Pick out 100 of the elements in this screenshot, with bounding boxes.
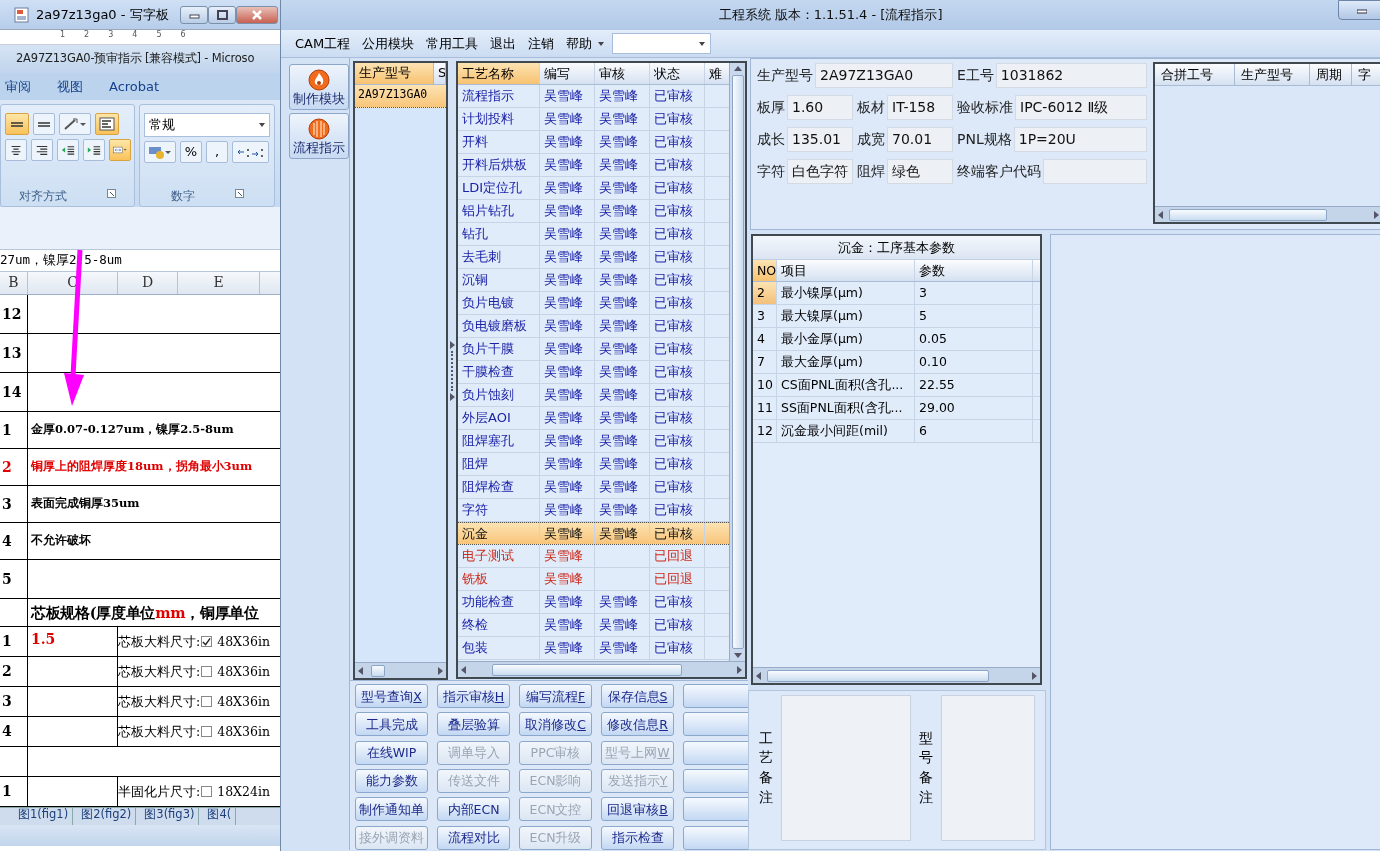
action-button[interactable]: 制作通知单 — [355, 797, 428, 822]
text-field[interactable]: 1P=20U — [1013, 126, 1147, 152]
table-row[interactable]: 沉金 吴雪峰 吴雪峰 已审核 — [458, 522, 729, 545]
text-field[interactable]: 2A97Z13GA0 — [815, 62, 953, 88]
action-button[interactable]: 指示检查 — [601, 825, 674, 850]
action-button[interactable]: 型号查询X — [355, 684, 428, 708]
ribbon-tab[interactable]: 审阅 — [5, 78, 31, 95]
action-button[interactable]: 回退审核B — [601, 797, 674, 822]
checkbox[interactable] — [201, 636, 213, 647]
maximize-button[interactable] — [208, 5, 236, 24]
column-header[interactable]: 项目 — [777, 260, 915, 281]
menu-item[interactable]: 注销 — [522, 33, 561, 54]
indent-button[interactable] — [83, 139, 105, 161]
close-button[interactable] — [236, 5, 278, 24]
combo-box[interactable] — [612, 33, 712, 54]
action-button[interactable]: 保存信息S — [601, 684, 674, 708]
text-field[interactable]: IT-158 — [887, 94, 953, 120]
blank-button[interactable] — [683, 740, 748, 765]
action-button[interactable]: 能力参数 — [355, 769, 428, 793]
column-header[interactable]: S — [434, 63, 446, 84]
document-icon — [14, 6, 30, 23]
text-field[interactable]: 1.60 — [787, 94, 853, 120]
minimize-button[interactable] — [1338, 0, 1380, 20]
text-field[interactable]: 绿色 — [887, 158, 953, 184]
table-cell: 0.10 — [915, 351, 1033, 373]
close-icon — [251, 9, 263, 20]
menu-item[interactable]: 帮助 — [560, 33, 599, 54]
list-row[interactable]: 2A97Z13GA0 — [355, 85, 446, 108]
row-number: 3 — [2, 693, 12, 710]
checkbox[interactable] — [201, 786, 213, 797]
align-button[interactable] — [31, 139, 53, 161]
table-cell: 最大镍厚(μm) — [777, 305, 915, 327]
column-header[interactable]: 生产型号 — [1235, 64, 1310, 85]
action-button[interactable]: 叠层验算 — [437, 712, 510, 737]
column-header[interactable]: E — [178, 272, 260, 294]
column-header[interactable]: NO — [753, 260, 777, 281]
blank-button[interactable] — [683, 769, 748, 793]
field-label: 成宽 — [857, 130, 885, 148]
window-title: 2A97Z13GA0-预审指示 [兼容模式] - Microso — [16, 52, 255, 66]
text-field[interactable]: IPC-6012 Ⅱ级 — [1015, 94, 1147, 120]
sidebar-button[interactable]: 流程指示 — [289, 113, 349, 159]
text-field[interactable]: 1031862 — [995, 62, 1147, 88]
ribbon-tab[interactable]: 视图 — [57, 78, 83, 95]
field-label: E工号 — [957, 66, 994, 84]
align-button[interactable] — [5, 139, 27, 161]
orientation-button[interactable] — [59, 113, 91, 135]
action-button[interactable]: 流程对比 — [437, 825, 510, 850]
blank-button[interactable] — [683, 797, 748, 822]
column-header[interactable]: D — [118, 272, 178, 294]
wrap-text-button[interactable] — [95, 113, 119, 135]
decimal-button[interactable] — [232, 141, 269, 163]
blank-button[interactable] — [683, 712, 748, 737]
caret-icon — [259, 123, 265, 127]
merge-button[interactable] — [109, 139, 131, 161]
field-label: 板厚 — [757, 98, 785, 116]
indent-button[interactable] — [57, 139, 79, 161]
menu-item[interactable]: 公用模块 — [356, 33, 421, 54]
column-header[interactable]: 字 — [1352, 64, 1380, 85]
action-button[interactable]: 指示审核H — [437, 684, 510, 708]
column-header[interactable]: 参数 — [915, 260, 1033, 281]
blank-button[interactable] — [683, 684, 748, 708]
blank-button[interactable] — [683, 825, 748, 850]
column-header[interactable]: B — [0, 272, 28, 294]
caret-icon — [699, 41, 706, 46]
column-header[interactable]: 编写 — [540, 63, 595, 84]
text-field[interactable]: 135.01 — [787, 126, 853, 152]
align-button[interactable] — [5, 113, 29, 135]
row-number: 14 — [2, 383, 22, 401]
text-field[interactable]: 70.01 — [887, 126, 953, 152]
action-button[interactable]: 编写流程F — [519, 684, 592, 708]
action-button[interactable]: 取消修改C — [519, 712, 592, 737]
field-label: PNL规格 — [957, 130, 1012, 148]
number-style-button[interactable]: , — [206, 141, 228, 163]
action-button[interactable]: 工具完成 — [355, 712, 428, 737]
column-header[interactable]: 周期 — [1310, 64, 1352, 85]
checkbox[interactable] — [201, 696, 213, 707]
column-header[interactable]: 合拼工号 — [1155, 64, 1235, 85]
column-header[interactable]: 工艺名称 — [458, 63, 540, 84]
menu-item[interactable]: 退出 — [484, 33, 523, 54]
checkbox[interactable] — [201, 666, 213, 677]
menu-item[interactable]: 常用工具 — [420, 33, 485, 54]
ribbon-tab[interactable]: Acrobat — [109, 78, 160, 95]
globe-icon — [308, 117, 330, 140]
text-field[interactable] — [1043, 158, 1147, 184]
action-button[interactable]: 在线WIP — [355, 740, 428, 765]
number-format-dropdown[interactable]: 常规 — [144, 113, 270, 137]
text-field[interactable]: 白色字符 — [787, 158, 853, 184]
currency-button[interactable] — [144, 141, 176, 163]
align-button[interactable] — [33, 113, 55, 135]
action-button[interactable]: 内部ECN — [437, 797, 510, 822]
field-label: 型号备注 — [919, 728, 933, 807]
menu-item[interactable]: CAM工程 — [289, 33, 357, 54]
row-number: 2 — [2, 458, 12, 476]
checkbox[interactable] — [201, 726, 213, 737]
column-header[interactable]: 状态 — [650, 63, 705, 84]
action-button[interactable]: 修改信息R — [601, 712, 674, 737]
sidebar-button[interactable]: 制作模块 — [289, 64, 349, 110]
column-header[interactable]: 审核 — [595, 63, 650, 84]
number-style-button[interactable]: % — [180, 141, 202, 163]
column-header[interactable]: 生产型号 — [355, 63, 435, 84]
